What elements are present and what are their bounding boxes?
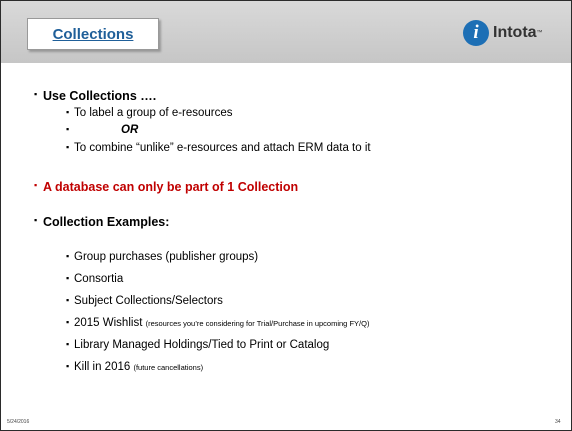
bullet-marker: ▪ xyxy=(66,273,70,283)
bullet-marker: ▪ xyxy=(34,180,38,190)
example-text: Kill in 2016 xyxy=(74,361,131,373)
example-text: Subject Collections/Selectors xyxy=(74,295,223,307)
bullet-marker: ▪ xyxy=(66,142,70,152)
example-text: Consortia xyxy=(74,273,124,285)
footer-date: 5/24/2016 xyxy=(7,419,30,425)
slide-header: Collections i Intota ™ xyxy=(1,1,571,63)
page-number: 34 xyxy=(555,419,561,425)
bullet-text: Use Collections …. xyxy=(43,89,157,103)
slide: Collections i Intota ™ ▪ Use Collections… xyxy=(0,0,572,431)
title-box: Collections xyxy=(27,18,159,50)
bullet-marker: ▪ xyxy=(66,317,70,327)
bullet-marker: ▪ xyxy=(66,295,70,305)
bullet-marker: ▪ xyxy=(34,89,38,99)
bullet-marker: ▪ xyxy=(66,251,70,261)
example-text: 2015 Wishlist xyxy=(74,317,143,329)
bullet-use-collections: ▪ Use Collections …. xyxy=(34,89,157,103)
example-item: ▪ Kill in 2016 (future cancellations) xyxy=(66,361,204,373)
example-item: ▪ Group purchases (publisher groups) xyxy=(66,251,259,263)
bullet-text: Collection Examples: xyxy=(43,215,170,229)
bullet-marker: ▪ xyxy=(34,215,38,225)
example-note: (future cancellations) xyxy=(133,363,204,372)
or-text: OR xyxy=(121,124,139,136)
sub-bullet: ▪ OR xyxy=(66,124,139,136)
example-text: Group purchases (publisher groups) xyxy=(74,251,259,263)
intota-logo: i Intota ™ xyxy=(463,20,543,46)
bullet-collection-examples: ▪ Collection Examples: xyxy=(34,215,170,229)
bullet-text: A database can only be part of 1 Collect… xyxy=(43,180,299,194)
sub-bullet-text: To combine “unlike” e-resources and atta… xyxy=(74,142,371,154)
bullet-marker: ▪ xyxy=(66,107,70,117)
logo-trademark: ™ xyxy=(536,30,543,36)
example-item: ▪ 2015 Wishlist (resources you’re consid… xyxy=(66,317,370,329)
sub-bullet: ▪ To combine “unlike” e-resources and at… xyxy=(66,142,371,154)
bullet-database-note: ▪ A database can only be part of 1 Colle… xyxy=(34,180,299,194)
example-item: ▪ Library Managed Holdings/Tied to Print… xyxy=(66,339,330,351)
slide-title: Collections xyxy=(52,25,134,43)
example-note: (resources you’re considering for Trial/… xyxy=(145,319,370,328)
sub-bullet-text: To label a group of e-resources xyxy=(74,107,233,119)
example-text: Library Managed Holdings/Tied to Print o… xyxy=(74,339,330,351)
sub-bullet: ▪ To label a group of e-resources xyxy=(66,107,233,119)
info-icon: i xyxy=(463,20,489,46)
example-item: ▪ Consortia xyxy=(66,273,124,285)
example-item: ▪ Subject Collections/Selectors xyxy=(66,295,223,307)
bullet-marker: ▪ xyxy=(66,124,70,134)
logo-text: Intota xyxy=(493,24,537,41)
bullet-marker: ▪ xyxy=(66,361,70,371)
bullet-marker: ▪ xyxy=(66,339,70,349)
